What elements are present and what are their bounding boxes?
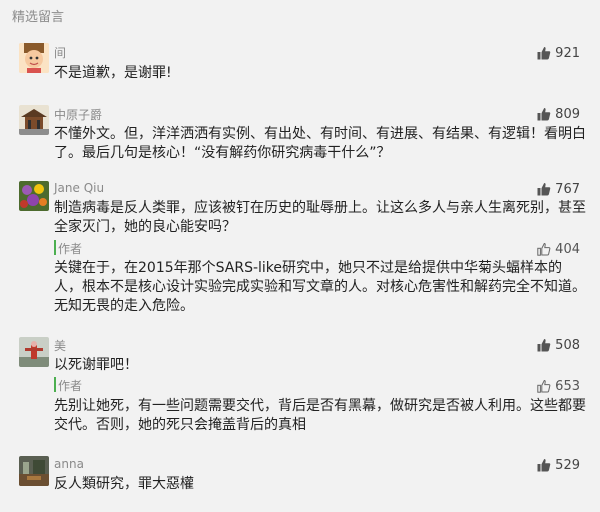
comment-nickname: 中原子爵	[54, 108, 103, 122]
comment-nickname: 美	[54, 339, 67, 353]
reply-like-count: 404	[555, 241, 580, 257]
avatar-image	[19, 105, 49, 135]
like-count: 921	[555, 45, 580, 61]
comment-nickname: Jane Qiu	[54, 181, 105, 195]
avatar[interactable]	[19, 43, 49, 73]
thumbs-up-icon	[537, 339, 551, 352]
avatar[interactable]	[19, 181, 49, 211]
reply-like-count: 653	[555, 378, 580, 394]
like-count: 508	[555, 337, 580, 353]
avatar-image	[19, 456, 49, 486]
avatar[interactable]	[19, 337, 49, 367]
thumbs-up-outline-icon	[537, 242, 551, 256]
reply-author-label: 作者	[58, 379, 83, 393]
like-count: 809	[555, 106, 580, 122]
avatar[interactable]	[19, 105, 49, 135]
comment-nickname: anna	[54, 457, 84, 471]
thumbs-up-icon	[537, 459, 551, 472]
comment-nickname: 间	[54, 46, 67, 60]
thumbs-up-icon	[537, 183, 551, 196]
like-button[interactable]: 508	[537, 337, 580, 353]
comment-text: 反人類研究，罪大惡權	[54, 476, 194, 492]
reply-like-button[interactable]: 653	[537, 378, 580, 394]
like-count: 529	[555, 457, 580, 473]
like-button[interactable]: 921	[537, 45, 580, 61]
reply-indicator	[54, 377, 56, 392]
avatar-image	[19, 43, 49, 73]
thumbs-up-icon	[537, 47, 551, 60]
like-button[interactable]: 767	[537, 181, 580, 197]
reply-like-button[interactable]: 404	[537, 241, 580, 257]
comment-text: 以死谢罪吧！	[54, 357, 138, 373]
avatar-image	[19, 337, 49, 367]
comment-text: 不懂外文。但，洋洋洒洒有实例、有出处、有时间、有进展、有结果、有逻辑！看明白了。…	[54, 126, 586, 161]
thumbs-up-icon	[537, 108, 551, 121]
like-button[interactable]: 529	[537, 457, 580, 473]
reply-author-label: 作者	[58, 242, 83, 256]
avatar-image	[19, 181, 49, 211]
avatar[interactable]	[19, 456, 49, 486]
like-button[interactable]: 809	[537, 106, 580, 122]
thumbs-up-outline-icon	[537, 379, 551, 393]
comment-text: 不是道歉，是谢罪!	[54, 65, 172, 81]
comment-text: 制造病毒是反人类罪，应该被钉在历史的耻辱册上。让这么多人与亲人生离死别，甚至全家…	[54, 200, 586, 235]
reply-indicator	[54, 240, 56, 255]
reply-text: 关键在于，在2015年那个SARS-like研究中，她只不过是给提供中华菊头蝠样…	[54, 260, 586, 314]
section-title: 精选留言	[12, 10, 65, 25]
reply-text: 先别让她死，有一些问题需要交代，背后是否有黑幕，做研究是否被人利用。这些都要交代…	[54, 398, 586, 433]
like-count: 767	[555, 181, 580, 197]
